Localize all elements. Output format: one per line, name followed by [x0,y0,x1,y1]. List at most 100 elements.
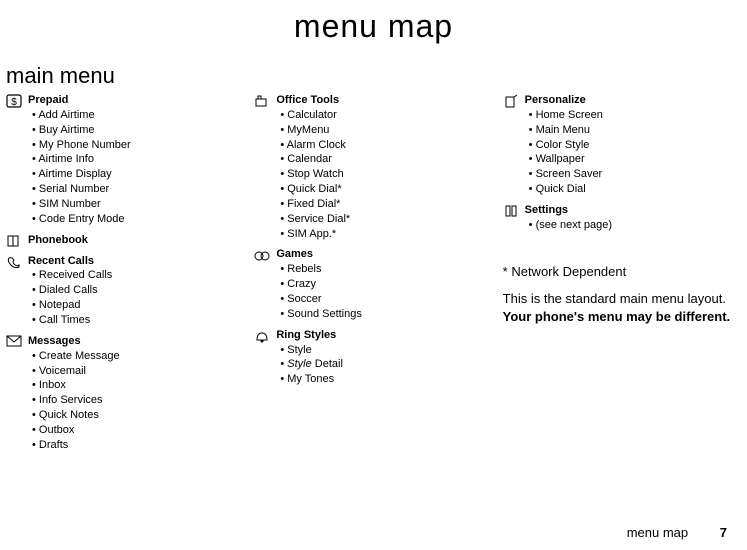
dollar-box-icon: $ [6,93,28,227]
item-list: RebelsCrazySoccerSound Settings [276,262,492,321]
recent-calls-icon [6,254,28,328]
list-item: Drafts [32,438,244,453]
column-2: PersonalizeHome ScreenMain MenuColor Sty… [503,93,741,459]
list-item: (see next page) [529,218,741,233]
list-item: Home Screen [529,108,741,123]
item-list: Create MessageVoicemailInboxInfo Service… [28,349,244,453]
group-heading: Ring Styles [276,328,492,343]
footer-label: menu map [627,525,688,540]
list-item: Screen Saver [529,167,741,182]
menu-group: PersonalizeHome ScreenMain MenuColor Sty… [503,93,741,197]
layout-bold-line: Your phone's menu may be different. [503,308,741,326]
menu-group: Settings(see next page) [503,203,741,233]
group-heading: Prepaid [28,93,244,108]
menu-group: $ PrepaidAdd AirtimeBuy AirtimeMy Phone N… [6,93,244,227]
list-item: Service Dial* [280,212,492,227]
list-item: Voicemail [32,364,244,379]
page-number: 7 [720,525,727,540]
page-footer: menu map 7 [627,525,727,540]
group-body: Ring StylesStyleStyle DetailMy Tones [276,328,492,387]
list-item: Airtime Display [32,167,244,182]
list-item: Call Times [32,313,244,328]
item-list: CalculatorMyMenuAlarm ClockCalendarStop … [276,108,492,242]
list-item: Calculator [280,108,492,123]
personalize-icon [503,93,525,197]
menu-group: Phonebook [6,233,244,248]
group-heading: Office Tools [276,93,492,108]
ring-styles-icon [254,328,276,387]
item-list: (see next page) [525,218,741,233]
list-item: Received Calls [32,268,244,283]
group-heading: Games [276,247,492,262]
group-heading: Phonebook [28,233,244,248]
item-suffix: Detail [312,358,343,370]
list-item: Crazy [280,277,492,292]
list-item: Create Message [32,349,244,364]
list-item: Quick Notes [32,408,244,423]
list-item: MyMenu [280,123,492,138]
list-item: Serial Number [32,182,244,197]
list-item: Sound Settings [280,307,492,322]
list-item: Fixed Dial* [280,197,492,212]
group-body: MessagesCreate MessageVoicemailInboxInfo… [28,334,244,453]
list-item: Code Entry Mode [32,212,244,227]
group-body: PrepaidAdd AirtimeBuy AirtimeMy Phone Nu… [28,93,244,227]
list-item: Outbox [32,423,244,438]
column-0: $ PrepaidAdd AirtimeBuy AirtimeMy Phone N… [6,93,244,459]
group-body: Phonebook [28,233,244,248]
list-item: Wallpaper [529,152,741,167]
list-item: Quick Dial [529,182,741,197]
list-item: Rebels [280,262,492,277]
list-item: Info Services [32,393,244,408]
layout-line: This is the standard main menu layout. [503,290,741,308]
list-item: My Phone Number [32,138,244,153]
list-item: Alarm Clock [280,138,492,153]
item-list: Received CallsDialed CallsNotepadCall Ti… [28,268,244,327]
group-body: Office ToolsCalculatorMyMenuAlarm ClockC… [276,93,492,241]
menu-group: Office ToolsCalculatorMyMenuAlarm ClockC… [254,93,492,241]
item-list: StyleStyle DetailMy Tones [276,343,492,388]
group-body: Recent CallsReceived CallsDialed CallsNo… [28,254,244,328]
list-item: Soccer [280,292,492,307]
group-body: Settings(see next page) [525,203,741,233]
menu-group: MessagesCreate MessageVoicemailInboxInfo… [6,334,244,453]
list-item: Buy Airtime [32,123,244,138]
menu-columns: $ PrepaidAdd AirtimeBuy AirtimeMy Phone N… [0,93,747,459]
phonebook-icon [6,233,28,248]
layout-note: This is the standard main menu layout.Yo… [503,290,741,325]
list-item: Quick Dial* [280,182,492,197]
settings-icon [503,203,525,233]
list-item: Main Menu [529,123,741,138]
group-heading: Settings [525,203,741,218]
group-heading: Messages [28,334,244,349]
group-heading: Recent Calls [28,254,244,269]
list-item: Notepad [32,298,244,313]
page-title: menu map [0,8,747,45]
list-item: Style [280,343,492,358]
group-body: PersonalizeHome ScreenMain MenuColor Sty… [525,93,741,197]
messages-icon [6,334,28,453]
list-item: Add Airtime [32,108,244,123]
item-list: Home ScreenMain MenuColor StyleWallpaper… [525,108,741,197]
italic-text: Style [287,358,311,370]
list-item: Color Style [529,138,741,153]
list-item: Stop Watch [280,167,492,182]
list-item: Dialed Calls [32,283,244,298]
svg-text:$: $ [11,97,17,108]
group-body: GamesRebelsCrazySoccerSound Settings [276,247,492,321]
list-item: Calendar [280,152,492,167]
menu-group: Ring StylesStyleStyle DetailMy Tones [254,328,492,387]
network-dependent-note: * Network Dependent [503,263,741,281]
section-title: main menu [6,63,747,89]
list-item: SIM Number [32,197,244,212]
games-icon [254,247,276,321]
list-item: Airtime Info [32,152,244,167]
office-tools-icon [254,93,276,241]
list-item: SIM App.* [280,227,492,242]
menu-group: Recent CallsReceived CallsDialed CallsNo… [6,254,244,328]
list-item: Style Detail [280,357,492,372]
column-1: Office ToolsCalculatorMyMenuAlarm ClockC… [254,93,492,459]
list-item: Inbox [32,378,244,393]
group-heading: Personalize [525,93,741,108]
menu-group: GamesRebelsCrazySoccerSound Settings [254,247,492,321]
